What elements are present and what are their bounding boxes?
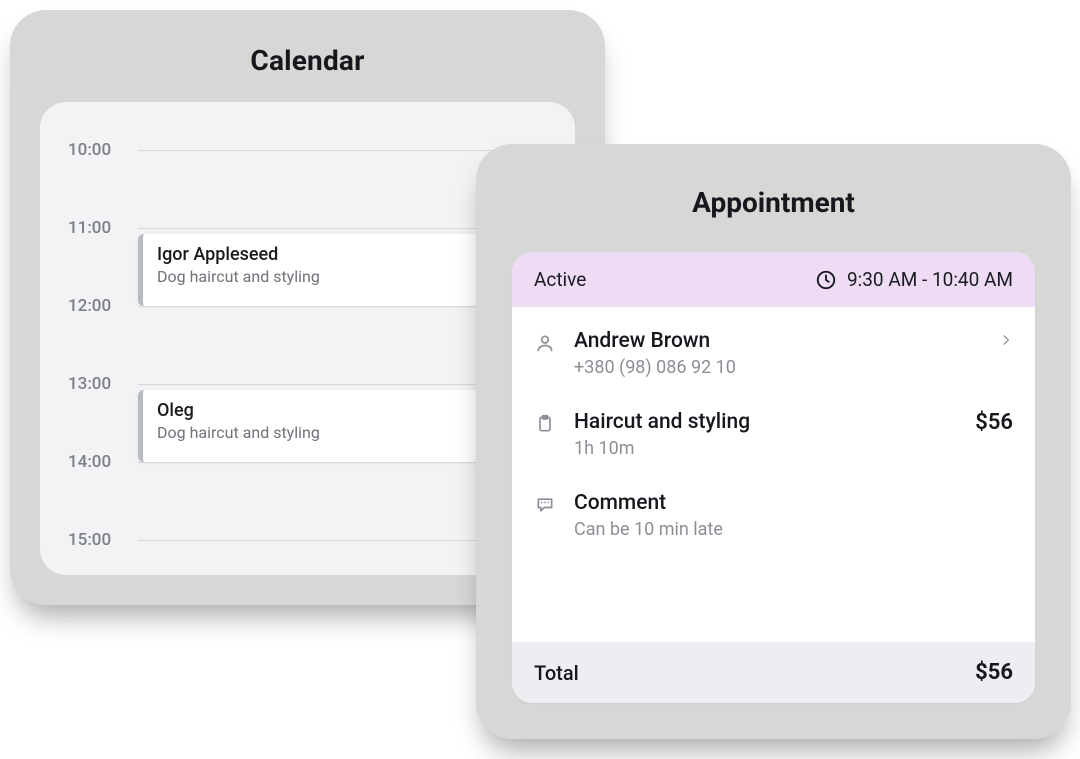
client-row[interactable]: Andrew Brown +380 (98) 086 92 10 bbox=[534, 313, 1013, 394]
service-row[interactable]: Haircut and styling 1h 10m $56 bbox=[534, 394, 1013, 475]
comment-text: Can be 10 min late bbox=[574, 519, 1013, 540]
calendar-title: Calendar bbox=[10, 10, 605, 77]
chevron-right-icon bbox=[999, 329, 1013, 351]
time-label: 15:00 bbox=[68, 530, 130, 550]
total-amount: $56 bbox=[975, 660, 1013, 685]
appointment-panel: Appointment Active 9:30 AM - 10:40 AM bbox=[476, 144, 1071, 739]
appointment-header: Active 9:30 AM - 10:40 AM bbox=[512, 252, 1035, 307]
service-price: $56 bbox=[975, 410, 1013, 435]
time-label: 14:00 bbox=[68, 452, 130, 472]
clipboard-icon bbox=[534, 410, 556, 434]
client-name: Andrew Brown bbox=[574, 329, 981, 353]
comment-row[interactable]: Comment Can be 10 min late bbox=[534, 475, 1013, 556]
appointment-card: Active 9:30 AM - 10:40 AM Andrew Brown +… bbox=[512, 252, 1035, 703]
total-label: Total bbox=[534, 661, 579, 685]
time-label: 10:00 bbox=[68, 140, 130, 160]
appointment-status: Active bbox=[534, 268, 586, 291]
service-name: Haircut and styling bbox=[574, 410, 957, 434]
time-label: 11:00 bbox=[68, 218, 130, 238]
service-duration: 1h 10m bbox=[574, 438, 957, 459]
client-phone: +380 (98) 086 92 10 bbox=[574, 357, 981, 378]
comment-label: Comment bbox=[574, 491, 1013, 515]
comment-icon bbox=[534, 491, 556, 515]
time-label: 13:00 bbox=[68, 374, 130, 394]
clock-icon bbox=[815, 269, 837, 291]
time-label: 12:00 bbox=[68, 296, 130, 316]
appointment-title: Appointment bbox=[476, 144, 1071, 219]
appointment-time-range: 9:30 AM - 10:40 AM bbox=[847, 268, 1013, 291]
appointment-total-row: Total $56 bbox=[512, 642, 1035, 703]
person-icon bbox=[534, 329, 556, 353]
